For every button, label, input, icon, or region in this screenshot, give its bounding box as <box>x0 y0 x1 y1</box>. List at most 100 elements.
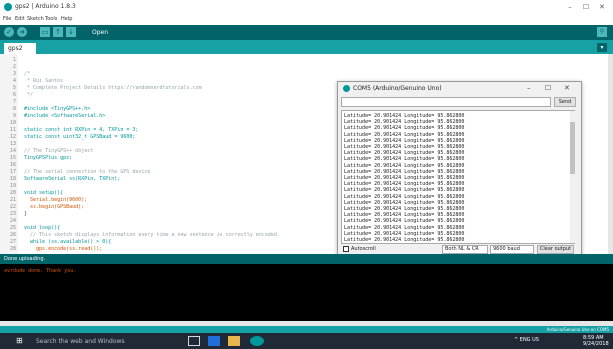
code-line: TinyGPSPlus gps; <box>24 155 73 161</box>
code-line: void setup(){ <box>24 190 64 196</box>
serial-monitor-icon[interactable]: ⚲ <box>597 27 607 37</box>
code-line: } <box>24 211 28 217</box>
serial-scroll-thumb[interactable] <box>570 122 575 174</box>
line-number: 5 <box>12 85 16 91</box>
close-button[interactable]: ✕ <box>595 2 609 12</box>
serial-output-line: Latitude= 20.901424 Longitude= 95.862800 <box>344 187 465 194</box>
line-number: 1 <box>12 57 16 63</box>
serial-output-line: Latitude= 20.901424 Longitude= 95.862800 <box>344 113 465 119</box>
code-line: #include <SoftwareSerial.h> <box>24 113 106 119</box>
line-number: 22 <box>9 204 16 210</box>
serial-output-line: Latitude= 20.901424 Longitude= 95.862800 <box>344 230 465 237</box>
tab-bar <box>0 40 613 54</box>
status-message: Done uploading. <box>4 256 46 262</box>
line-number: 23 <box>9 211 16 217</box>
line-number: 12 <box>9 134 16 140</box>
serial-minimize-button[interactable]: – <box>527 84 531 92</box>
menu-help[interactable]: Help <box>61 16 72 22</box>
code-line: while (ss.available() > 0){ <box>24 239 112 245</box>
menu-edit[interactable]: Edit <box>15 16 25 22</box>
code-line: ss.begin(GPSBaud); <box>24 204 85 210</box>
serial-output-line: Latitude= 20.901424 Longitude= 95.862800 <box>344 175 465 181</box>
serial-input-field[interactable] <box>341 97 551 107</box>
line-number: 26 <box>9 232 16 238</box>
board-status-bar <box>0 326 613 333</box>
serial-close-button[interactable]: ✕ <box>564 84 570 92</box>
line-number: 10 <box>9 120 16 126</box>
file-explorer-icon[interactable] <box>228 336 240 346</box>
line-number: 20 <box>9 190 16 196</box>
code-line: // This sketch displays information ever… <box>24 232 280 238</box>
menu-bar <box>0 14 613 25</box>
line-ending-select[interactable]: Both NL & CR <box>442 245 488 254</box>
code-line: /* <box>24 71 31 77</box>
serial-output-line: Latitude= 20.901424 Longitude= 95.862800 <box>344 181 465 188</box>
system-tray[interactable]: ^ ENG US <box>514 337 539 343</box>
serial-output-line: Latitude= 20.901424 Longitude= 95.862800 <box>344 144 465 150</box>
serial-output-line: Latitude= 20.901424 Longitude= 95.862800 <box>344 218 465 225</box>
line-number: 24 <box>9 218 16 224</box>
menu-tools[interactable]: Tools <box>45 16 57 22</box>
line-number: 25 <box>9 225 16 231</box>
line-number-gutter <box>0 54 18 254</box>
clock-date[interactable]: 9/24/2018 <box>583 341 609 347</box>
line-number: 28 <box>9 246 16 252</box>
line-number: 11 <box>9 127 16 133</box>
editor-scrollbar[interactable] <box>608 54 613 254</box>
code-line: SoftwareSerial ss(RXPin, TXPin); <box>24 176 121 182</box>
outlook-icon[interactable] <box>208 336 220 346</box>
taskbar-search-field[interactable]: Search the web and Windows <box>36 338 125 345</box>
serial-output[interactable]: Latitude= 20.901424 Longitude= 95.862800… <box>341 110 575 244</box>
serial-output-line: Latitude= 20.901424 Longitude= 95.862800 <box>344 125 465 132</box>
task-view-icon[interactable] <box>188 336 200 346</box>
maximize-button[interactable]: ☐ <box>579 2 593 12</box>
code-line: */ <box>24 92 34 98</box>
serial-output-line: Latitude= 20.901424 Longitude= 95.862800 <box>344 212 465 219</box>
line-number: 3 <box>12 71 16 77</box>
serial-output-line: Latitude= 20.901424 Longitude= 95.862800 <box>344 224 465 231</box>
clear-output-button[interactable]: Clear output <box>537 245 574 254</box>
serial-output-line: Latitude= 20.901424 Longitude= 95.862800 <box>344 206 465 212</box>
line-number: 2 <box>12 64 16 70</box>
tab-gps2[interactable]: gps2 <box>4 43 36 54</box>
line-number: 4 <box>12 78 16 84</box>
status-bar <box>0 254 613 264</box>
new-icon[interactable]: ▭ <box>40 27 50 37</box>
line-number: 14 <box>9 148 16 154</box>
verify-icon[interactable]: ✓ <box>4 27 14 37</box>
windows-start-icon[interactable]: ⊞ <box>16 337 23 345</box>
serial-output-line: Latitude= 20.901424 Longitude= 95.862800 <box>344 199 465 206</box>
serial-output-line: Latitude= 20.901424 Longitude= 95.862800 <box>344 131 465 138</box>
line-number: 13 <box>9 141 16 147</box>
autoscroll-checkbox[interactable] <box>343 246 349 252</box>
serial-monitor-title: COM5 (Arduino/Genuino Uno) <box>353 85 442 92</box>
line-number: 8 <box>12 106 16 112</box>
serial-output-line: Latitude= 20.901424 Longitude= 95.862800 <box>344 156 465 163</box>
code-line: #include <TinyGPS++.h> <box>24 106 91 112</box>
arduino-app-icon <box>4 3 12 11</box>
serial-output-line: Latitude= 20.901424 Longitude= 95.862800 <box>344 193 465 200</box>
save-icon[interactable]: ↓ <box>66 27 76 37</box>
console-output[interactable] <box>0 264 613 321</box>
menu-file[interactable]: File <box>3 16 11 22</box>
upload-icon[interactable]: ➜ <box>17 27 27 37</box>
menu-sketch[interactable]: Sketch <box>27 16 44 22</box>
open-icon[interactable]: ↑ <box>53 27 63 37</box>
code-line: // The TinyGPS++ object <box>24 148 94 154</box>
arduino-taskbar-icon[interactable] <box>250 336 264 346</box>
code-line: static const int RXPin = 4, TXPin = 3; <box>24 127 139 133</box>
board-port-label: Arduino/Genuino Uno on COM5 <box>546 327 609 332</box>
line-number: 19 <box>9 183 16 189</box>
code-line: gps.encode(ss.read()); <box>24 246 103 252</box>
baud-select[interactable]: 9600 baud <box>490 245 534 254</box>
serial-maximize-button[interactable]: ☐ <box>545 84 551 92</box>
tab-menu-button[interactable]: ▾ <box>597 43 607 52</box>
arduino-app-icon <box>343 85 350 92</box>
serial-output-line: Latitude= 20.901424 Longitude= 95.862800 <box>344 119 465 126</box>
code-line: void loop(){ <box>24 225 61 231</box>
send-button[interactable]: Send <box>554 97 576 107</box>
minimize-button[interactable]: – <box>563 2 577 12</box>
code-line: * Rui Santos <box>24 78 64 84</box>
code-line: // The serial connection to the GPS devi… <box>24 169 151 175</box>
window-title: gps2 | Arduino 1.8.3 <box>15 3 76 10</box>
